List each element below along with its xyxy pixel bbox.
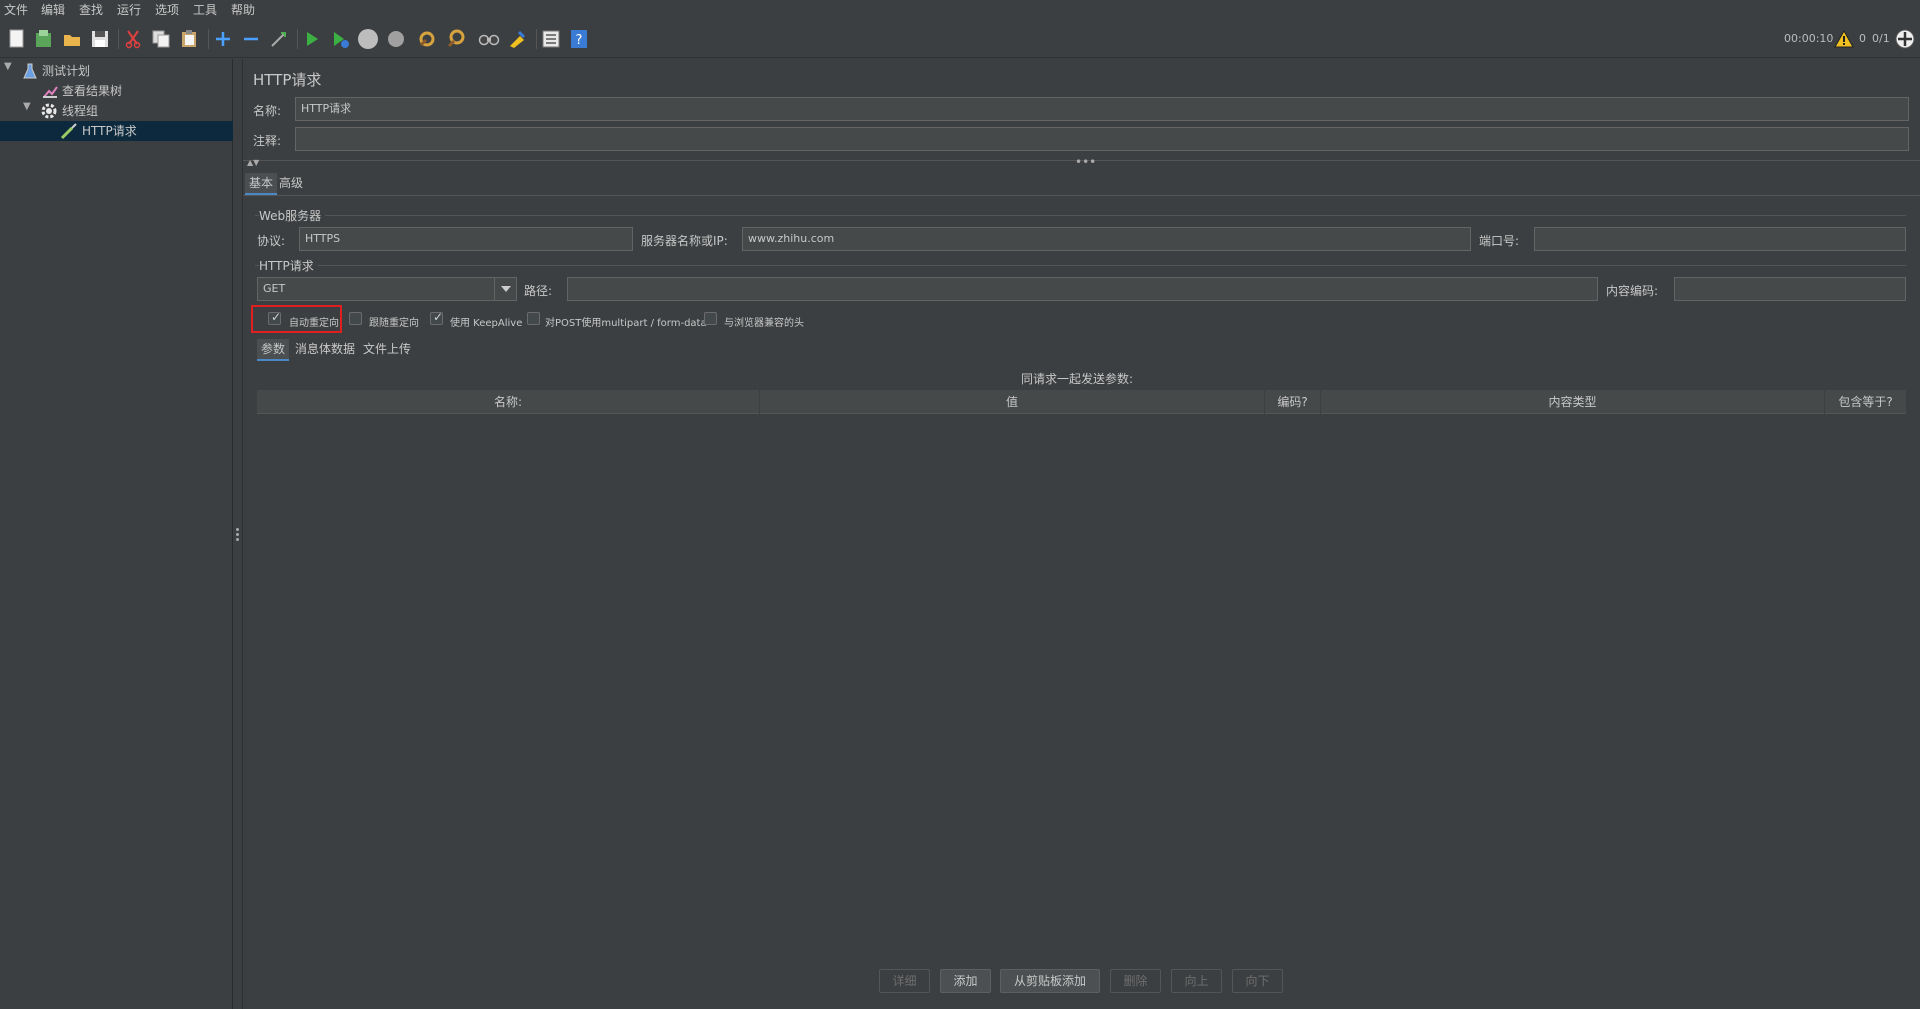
new-icon[interactable] bbox=[5, 27, 29, 51]
active-threads: 0/1 bbox=[1872, 32, 1890, 45]
move-down-button[interactable]: 向下 bbox=[1232, 969, 1283, 993]
tab-body-data[interactable]: 消息体数据 bbox=[291, 339, 359, 361]
tree-item-http-request[interactable]: HTTP请求 bbox=[0, 121, 233, 141]
params-caption: 同请求一起发送参数: bbox=[1021, 372, 1134, 386]
method-select[interactable]: GET bbox=[257, 277, 517, 301]
browser-headers-checkbox[interactable] bbox=[704, 312, 717, 325]
tab-underline bbox=[243, 195, 1920, 196]
panel-splitter[interactable] bbox=[233, 59, 243, 1009]
menu-bar: 文件 编辑 查找 运行 选项 工具 帮助 bbox=[0, 0, 1920, 20]
reset-search-icon[interactable] bbox=[505, 27, 529, 51]
check-icon: ✓ bbox=[433, 310, 444, 324]
menu-tools[interactable]: 工具 bbox=[193, 2, 217, 18]
chevron-down-icon[interactable] bbox=[494, 277, 516, 301]
shutdown-icon[interactable] bbox=[384, 27, 408, 51]
svg-text:?: ? bbox=[576, 33, 583, 48]
drag-handle-icon[interactable]: ••• bbox=[1075, 155, 1096, 169]
server-input[interactable]: www.zhihu.com bbox=[742, 227, 1471, 251]
browser-headers-label: 与浏览器兼容的头 bbox=[724, 318, 804, 329]
column-include-equals[interactable]: 包含等于? bbox=[1825, 390, 1906, 414]
move-up-button[interactable]: 向上 bbox=[1171, 969, 1222, 993]
column-name[interactable]: 名称: bbox=[257, 390, 760, 414]
follow-redirect-label: 跟随重定向 bbox=[369, 318, 419, 329]
delete-button[interactable]: 删除 bbox=[1110, 969, 1161, 993]
detail-button[interactable]: 详细 bbox=[879, 969, 930, 993]
open-icon[interactable] bbox=[60, 27, 84, 51]
section-http-request: HTTP请求 bbox=[259, 257, 318, 274]
start-no-pause-icon[interactable] bbox=[328, 27, 352, 51]
column-content-type[interactable]: 内容类型 bbox=[1321, 390, 1825, 414]
cut-icon[interactable] bbox=[121, 27, 145, 51]
collapse-arrows-icon[interactable]: ▲▼ bbox=[247, 158, 259, 167]
port-input[interactable] bbox=[1534, 227, 1906, 251]
multipart-label: 对POST使用multipart / form-data bbox=[545, 318, 707, 329]
name-input[interactable]: HTTP请求 bbox=[295, 97, 1909, 121]
menu-help[interactable]: 帮助 bbox=[231, 2, 255, 18]
encoding-input[interactable] bbox=[1674, 277, 1906, 301]
pipette-icon bbox=[60, 122, 78, 146]
test-plan-tree: ▼ 测试计划 查看结果树 ▼ 线程组 HTTP请求 bbox=[0, 59, 233, 1009]
comment-input[interactable] bbox=[295, 127, 1909, 151]
server-label: 服务器名称或IP: bbox=[641, 234, 728, 248]
function-helper-icon[interactable] bbox=[539, 27, 563, 51]
tab-basic[interactable]: 基本 bbox=[245, 173, 278, 195]
menu-run[interactable]: 运行 bbox=[117, 2, 141, 18]
toolbar: ? 00:00:10 0 0/1 bbox=[0, 20, 1920, 58]
tree-item-results-tree[interactable]: 查看结果树 bbox=[0, 81, 233, 101]
path-label: 路径: bbox=[524, 284, 553, 298]
protocol-input[interactable]: HTTPS bbox=[299, 227, 633, 251]
menu-search[interactable]: 查找 bbox=[79, 2, 103, 18]
http-request-panel: HTTP请求 名称: HTTP请求 注释: ▲▼ ••• 基本 高级 Web服务… bbox=[243, 59, 1920, 1009]
column-value[interactable]: 值 bbox=[760, 390, 1265, 414]
templates-icon[interactable] bbox=[32, 27, 56, 51]
tree-item-test-plan[interactable]: 测试计划 bbox=[0, 61, 233, 81]
menu-file[interactable]: 文件 bbox=[4, 2, 28, 18]
elapsed-timer: 00:00:10 bbox=[1784, 32, 1834, 45]
expand-icon[interactable] bbox=[211, 27, 235, 51]
comment-label: 注释: bbox=[253, 134, 282, 148]
multipart-checkbox[interactable] bbox=[527, 312, 540, 325]
name-label: 名称: bbox=[253, 104, 282, 118]
auto-redirect-label: 自动重定向 bbox=[289, 318, 339, 329]
menu-edit[interactable]: 编辑 bbox=[41, 2, 65, 18]
save-icon[interactable] bbox=[88, 27, 112, 51]
start-icon[interactable] bbox=[300, 27, 324, 51]
page-title: HTTP请求 bbox=[253, 71, 322, 89]
menu-options[interactable]: 选项 bbox=[155, 2, 179, 18]
encoding-label: 内容编码: bbox=[1606, 284, 1659, 298]
clear-icon[interactable] bbox=[415, 27, 439, 51]
add-from-clipboard-button[interactable]: 从剪贴板添加 bbox=[1000, 969, 1100, 993]
toggle-icon[interactable] bbox=[267, 27, 291, 51]
warning-icon[interactable] bbox=[1832, 27, 1856, 51]
keepalive-checkbox[interactable]: ✓ bbox=[430, 310, 444, 325]
tab-parameters[interactable]: 参数 bbox=[257, 339, 290, 361]
tab-advanced[interactable]: 高级 bbox=[275, 173, 307, 195]
search-icon[interactable] bbox=[477, 27, 501, 51]
help-icon[interactable]: ? bbox=[567, 27, 591, 51]
clear-all-icon[interactable] bbox=[444, 27, 468, 51]
collapse-icon[interactable] bbox=[239, 27, 263, 51]
auto-redirect-checkbox[interactable]: ✓ bbox=[268, 310, 282, 325]
section-web-server: Web服务器 bbox=[259, 207, 326, 224]
tree-item-thread-group[interactable]: 线程组 bbox=[0, 101, 233, 121]
follow-redirect-checkbox[interactable] bbox=[349, 312, 362, 325]
keepalive-label: 使用 KeepAlive bbox=[450, 318, 523, 329]
remote-icon[interactable] bbox=[1893, 27, 1917, 51]
paste-icon[interactable] bbox=[177, 27, 201, 51]
port-label: 端口号: bbox=[1479, 234, 1520, 248]
path-input[interactable] bbox=[567, 277, 1598, 301]
check-icon: ✓ bbox=[271, 310, 282, 324]
tab-file-upload[interactable]: 文件上传 bbox=[359, 339, 415, 361]
copy-icon[interactable] bbox=[149, 27, 173, 51]
protocol-label: 协议: bbox=[257, 234, 286, 248]
column-encode[interactable]: 编码? bbox=[1265, 390, 1321, 414]
add-button[interactable]: 添加 bbox=[940, 969, 991, 993]
params-table-header: 名称: 值 编码? 内容类型 包含等于? bbox=[257, 390, 1906, 414]
stop-icon[interactable] bbox=[356, 27, 380, 51]
warning-count: 0 bbox=[1859, 32, 1866, 45]
